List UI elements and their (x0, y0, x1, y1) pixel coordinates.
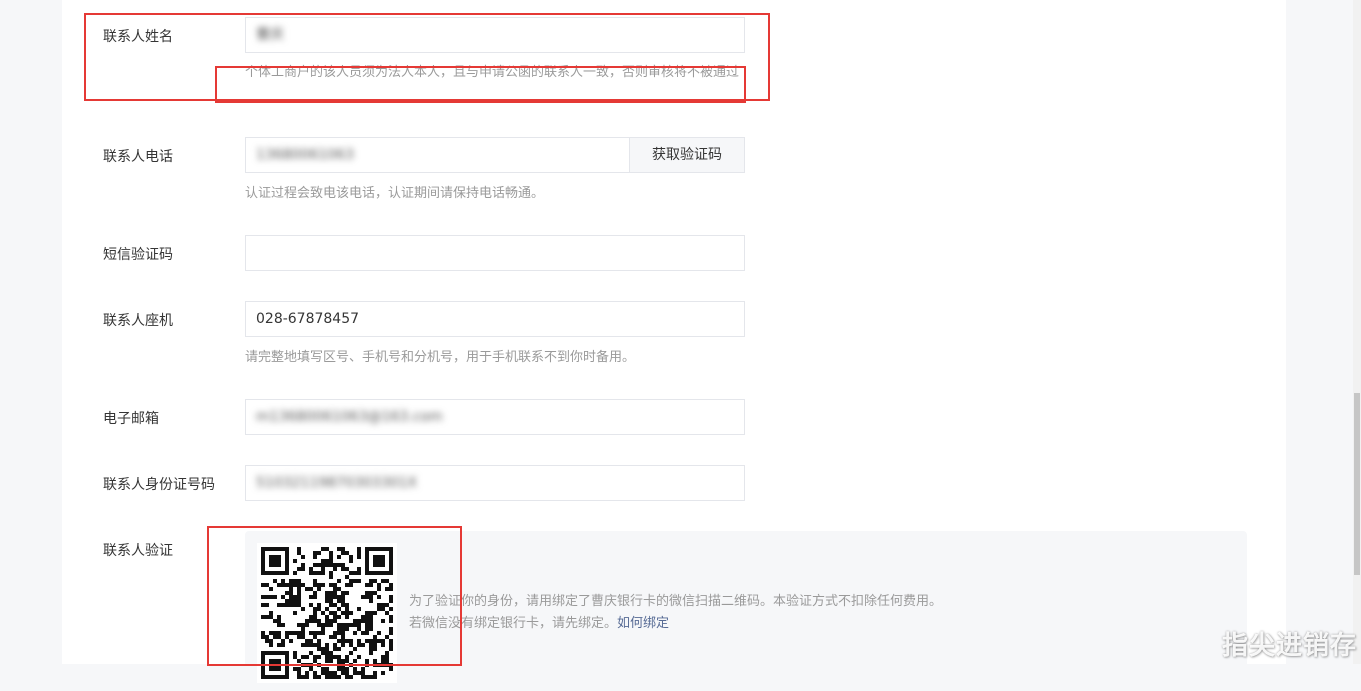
scrollbar-thumb[interactable] (1354, 393, 1360, 575)
verify-panel: 为了验证你的身份，请用绑定了曹庆银行卡的微信扫描二维码。本验证方式不扣除任何费用… (245, 531, 1247, 691)
contact-name-input[interactable]: 曹庆 (245, 17, 745, 53)
qr-code-image (257, 543, 397, 683)
contact-name-hint: 个体工商户的该人员须为法人本人，且与申请公函的联系人一致，否则审核将不被通过 (245, 62, 745, 84)
verify-label: 联系人验证 (103, 540, 173, 560)
id-number-label: 联系人身份证号码 (103, 474, 215, 494)
sms-code-label: 短信验证码 (103, 244, 173, 264)
verify-instructions: 为了验证你的身份，请用绑定了曹庆银行卡的微信扫描二维码。本验证方式不扣除任何费用… (409, 591, 942, 635)
email-input[interactable]: m13680061063@163.com (245, 399, 745, 435)
landline-hint: 请完整地填写区号、手机号和分机号，用于手机联系不到你时备用。 (245, 347, 745, 369)
contact-phone-label: 联系人电话 (103, 146, 173, 166)
landline-value: 028-67878457 (256, 311, 359, 327)
contact-name-value: 曹庆 (256, 18, 284, 52)
contact-phone-value: 13680061063 (256, 138, 354, 172)
qr-code (257, 543, 397, 683)
contact-phone-hint: 认证过程会致电该电话，认证期间请保持电话畅通。 (245, 183, 745, 205)
verify-line-2: 若微信没有绑定银行卡，请先绑定。如何绑定 (409, 613, 942, 635)
email-value: m13680061063@163.com (256, 400, 443, 434)
get-code-button[interactable]: 获取验证码 (629, 137, 745, 173)
verify-line-1: 为了验证你的身份，请用绑定了曹庆银行卡的微信扫描二维码。本验证方式不扣除任何费用… (409, 591, 942, 613)
landline-input[interactable]: 028-67878457 (245, 301, 745, 337)
id-number-value: 51032119870303301X (256, 466, 417, 500)
verify-line-2-prefix: 若微信没有绑定银行卡，请先绑定。 (409, 616, 617, 631)
sms-code-input[interactable] (245, 235, 745, 271)
contact-name-label: 联系人姓名 (103, 26, 173, 46)
email-label: 电子邮箱 (103, 408, 159, 428)
contact-phone-input[interactable]: 13680061063 (245, 137, 630, 173)
watermark-text: 指尖进销存 (1222, 625, 1357, 662)
landline-label: 联系人座机 (103, 310, 173, 330)
how-to-bind-link[interactable]: 如何绑定 (617, 616, 669, 631)
id-number-input[interactable]: 51032119870303301X (245, 465, 745, 501)
